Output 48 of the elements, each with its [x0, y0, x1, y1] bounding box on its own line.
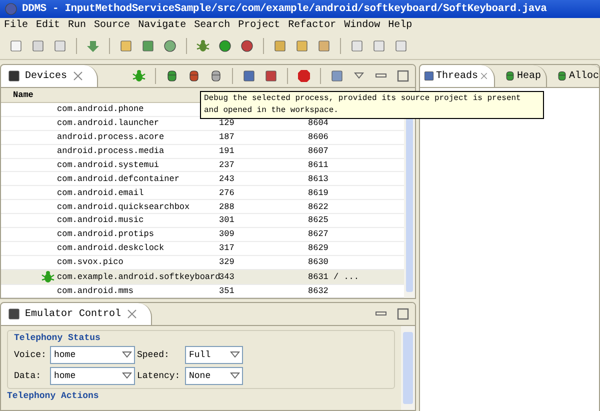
table-cell: 8622	[308, 202, 328, 212]
table-cell: 8630	[308, 257, 328, 268]
table-cell: com.android.deskclock	[57, 243, 164, 254]
table-cell: com.example.android.softkeyboard	[57, 272, 220, 282]
table-cell: com.android.protips	[57, 229, 154, 240]
table-cell: 301	[219, 215, 234, 226]
table-cell: 351	[219, 286, 234, 296]
table-cell: 8629	[308, 243, 328, 254]
table-cell: 8632	[308, 286, 328, 296]
table-cell: 243	[219, 174, 234, 184]
window-title: DDMS - InputMethodServiceSample/src/com/example/android/softkeyboard/SoftKeyboard.java	[22, 3, 547, 15]
table-cell: 8625	[308, 215, 328, 226]
table-cell: 191	[219, 146, 234, 156]
table-cell: com.android.defcontainer	[57, 174, 180, 184]
field-label: Speed:	[137, 350, 170, 360]
table-cell: android.process.acore	[57, 132, 164, 142]
table-cell: 8631 / ...	[308, 272, 360, 282]
table-cell: 8619	[308, 188, 328, 198]
table-cell: 8606	[308, 132, 328, 142]
table-cell: 343	[219, 272, 234, 282]
table-cell: com.android.systemui	[57, 160, 160, 170]
table-cell: 8604	[308, 118, 328, 128]
table-cell: 317	[219, 243, 234, 254]
table-cell: 129	[219, 118, 234, 128]
table-cell: com.android.launcher	[57, 118, 160, 128]
table-cell: 276	[219, 188, 234, 198]
tooltip: Debug the selected process, provided its source project is present and opened in the workspace.	[200, 91, 544, 119]
section-title: Telephony Status	[14, 333, 102, 344]
table-cell: com.svox.pico	[57, 257, 124, 268]
field-label: Voice:	[14, 350, 48, 360]
table-cell: com.android.email	[57, 188, 144, 198]
table-cell: 237	[219, 160, 234, 170]
table-cell: 329	[219, 257, 234, 268]
table-cell: com.android.mms	[57, 286, 134, 296]
table-cell: 8611	[308, 160, 328, 170]
section-title: Telephony Actions	[7, 391, 100, 402]
field-label: Latency:	[137, 371, 182, 382]
table-cell: 8607	[308, 146, 328, 156]
table-cell: com.android.music	[57, 215, 144, 226]
table-cell: com.android.phone	[57, 104, 144, 114]
field-label: Data:	[14, 371, 42, 382]
table-cell: android.process.media	[57, 146, 164, 156]
table-cell: 187	[219, 132, 234, 142]
table-cell: 288	[219, 202, 234, 212]
table-cell: 309	[219, 229, 234, 240]
table-cell: com.android.quicksearchbox	[57, 202, 190, 212]
table-cell: 8613	[308, 174, 328, 184]
table-cell: 8627	[308, 229, 328, 240]
